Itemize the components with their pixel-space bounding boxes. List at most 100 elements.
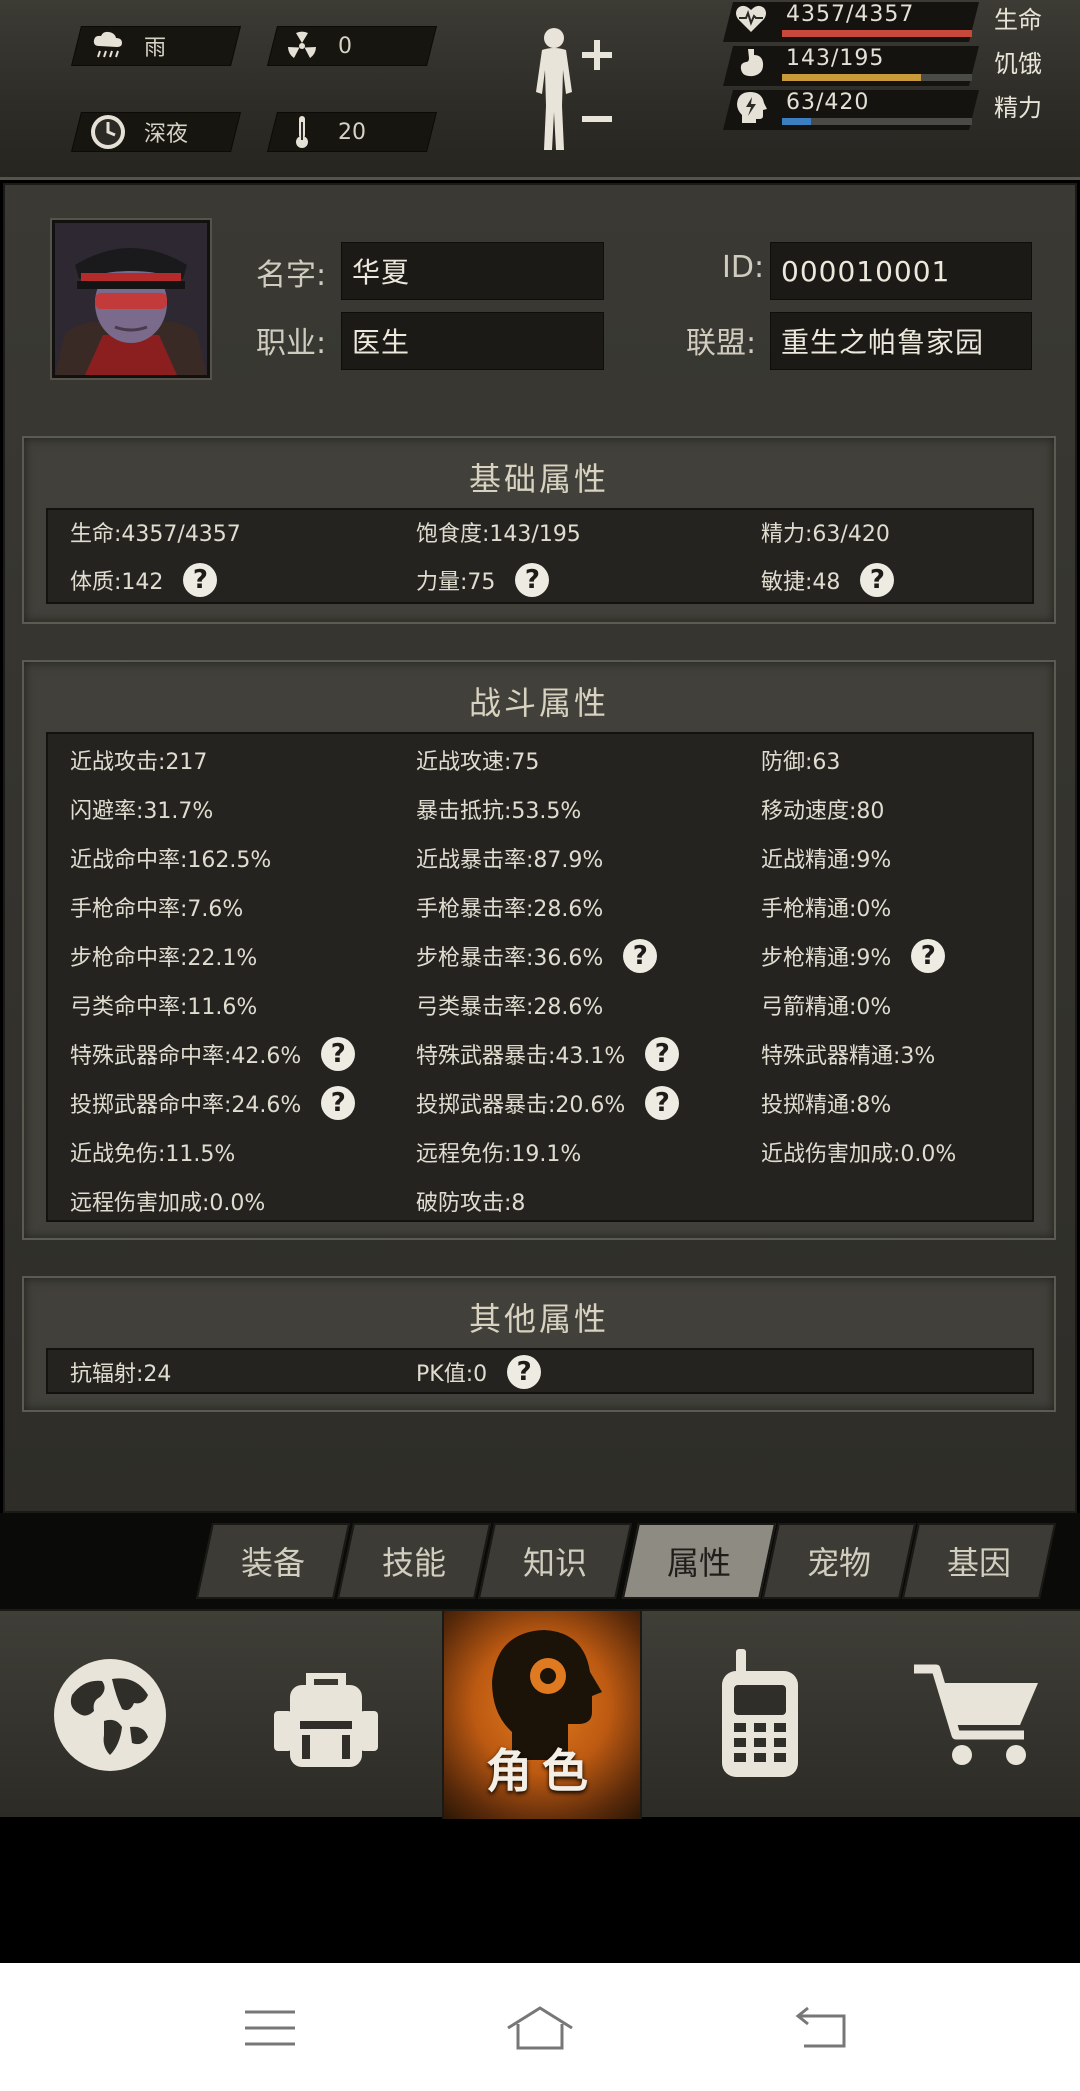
life-bar (782, 30, 972, 37)
help-icon[interactable]: ? (623, 939, 658, 973)
combat-attribute-cell: 移动速度:80 (761, 791, 884, 827)
combat-attribute-cell: 近战暴击率:87.9% (416, 840, 603, 876)
combat-attribute-text: 近战免伤:11.5% (70, 1142, 236, 1167)
combat-attribute-cell: 特殊武器暴击:43.1%? (416, 1036, 680, 1072)
combat-attribute-cell: 投掷武器暴击:20.6%? (416, 1085, 680, 1121)
shopping-cart-icon (914, 1664, 1038, 1765)
time-value: 深夜 (144, 122, 189, 147)
stomach-icon (734, 46, 774, 86)
basic-attributes-body: 生命:4357/4357 饱食度:143/195 精力:63/420 体质:142? 力… (46, 508, 1034, 604)
combat-attribute-text: 投掷武器命中率:24.6% (70, 1093, 302, 1118)
tab-label: 基因 (946, 1544, 1011, 1582)
basic-attribute-cell: 饱食度:143/195 (416, 514, 581, 550)
help-icon[interactable]: ? (860, 563, 895, 597)
other-attribute-cell: 抗辐射:24 (70, 1354, 171, 1390)
help-icon[interactable]: ? (645, 1037, 680, 1071)
combat-attribute-cell: 弓箭精通:0% (761, 987, 891, 1023)
life-stat: 4357/4357 生命 (720, 0, 1080, 42)
combat-attributes-body: 近战攻击:217 近战攻速:75 防御:63 闪避率:31.7% 暴击抵抗:53.5% 移… (46, 732, 1034, 1222)
other-attribute-text: 抗辐射:24 (70, 1362, 172, 1387)
combat-attribute-text: 近战攻速:75 (416, 750, 540, 775)
time-chip: 深夜 (88, 112, 188, 152)
help-icon[interactable]: ? (321, 1037, 356, 1071)
combat-attribute-cell: 手枪暴击率:28.6% (416, 889, 603, 925)
bottom-nav: 角色 (0, 1609, 1080, 1819)
combat-attribute-text: 步枪精通:9% (761, 946, 892, 971)
combat-attribute-text: 防御:63 (761, 750, 841, 775)
radiation-chip: 0 (282, 26, 352, 66)
combat-attribute-text: 弓类命中率:11.6% (70, 995, 258, 1020)
combat-attribute-text: 弓箭精通:0% (761, 995, 892, 1020)
tab-4[interactable]: 宠物 (761, 1523, 917, 1599)
nav-shop[interactable] (878, 1611, 1078, 1819)
status-bar: 雨 0 深夜 20 4357/4357 生命 143/195 饥饿 63/420… (0, 0, 1080, 180)
tab-label: 装备 (240, 1544, 305, 1582)
alliance-field: 重生之帕鲁家园 (770, 312, 1032, 370)
walkie-talkie-icon (722, 1649, 798, 1777)
hunger-stat: 143/195 饥饿 (720, 42, 1080, 86)
back-button[interactable] (782, 1993, 862, 2063)
combat-attribute-cell: 远程免伤:19.1% (416, 1134, 581, 1170)
combat-attribute-cell: 近战攻击:217 (70, 742, 207, 778)
help-icon[interactable]: ? (183, 563, 218, 597)
combat-attributes-section: 战斗属性 近战攻击:217 近战攻速:75 防御:63 闪避率:31.7% 暴击抵抗:5… (22, 660, 1056, 1240)
job-field: 医生 (341, 312, 604, 370)
head-bolt-icon (734, 90, 774, 130)
nav-radio[interactable] (660, 1611, 860, 1819)
name-field: 华夏 (341, 242, 604, 300)
basic-attribute-text: 生命:4357/4357 (70, 522, 241, 547)
thermometer-icon (282, 112, 322, 152)
help-icon[interactable]: ? (507, 1355, 542, 1389)
help-icon[interactable]: ? (515, 563, 550, 597)
tab-5[interactable]: 基因 (901, 1523, 1057, 1599)
nav-backpack[interactable] (226, 1611, 426, 1819)
basic-attribute-cell: 体质:142? (70, 562, 218, 598)
other-attribute-text: PK值:0 (416, 1362, 488, 1387)
combat-attribute-text: 步枪命中率:22.1% (70, 946, 258, 971)
combat-attribute-cell: 步枪命中率:22.1% (70, 938, 257, 974)
clock-icon (88, 112, 128, 152)
tab-2[interactable]: 知识 (477, 1523, 633, 1599)
body-status-button[interactable] (520, 22, 630, 157)
radiation-value: 0 (338, 33, 352, 59)
nav-character[interactable]: 角色 (442, 1611, 642, 1819)
basic-attribute-text: 敏捷:48 (761, 570, 841, 595)
combat-attribute-cell: 破防攻击:8 (416, 1183, 525, 1219)
help-icon[interactable]: ? (911, 939, 946, 973)
tab-label: 知识 (522, 1544, 587, 1582)
combat-attribute-text: 特殊武器暴击:43.1% (416, 1044, 626, 1069)
basic-attribute-cell: 力量:75? (416, 562, 550, 598)
tab-3[interactable]: 属性 (621, 1523, 777, 1599)
tab-label: 宠物 (806, 1544, 871, 1582)
menu-button[interactable] (230, 1993, 310, 2063)
heart-pulse-icon (734, 2, 774, 42)
hunger-bar (782, 74, 972, 81)
combat-attribute-cell: 近战免伤:11.5% (70, 1134, 235, 1170)
basic-attribute-cell: 生命:4357/4357 (70, 514, 241, 550)
combat-attribute-text: 特殊武器精通:3% (761, 1044, 936, 1069)
combat-attribute-text: 特殊武器命中率:42.6% (70, 1044, 302, 1069)
combat-attribute-cell: 投掷精通:8% (761, 1085, 891, 1121)
home-button[interactable] (500, 1993, 580, 2063)
combat-attribute-cell: 防御:63 (761, 742, 840, 778)
combat-attribute-text: 近战攻击:217 (70, 750, 208, 775)
combat-attribute-text: 步枪暴击率:36.6% (416, 946, 604, 971)
combat-attribute-text: 手枪暴击率:28.6% (416, 897, 604, 922)
character-avatar[interactable] (52, 220, 210, 378)
nav-world-map[interactable] (10, 1611, 210, 1819)
id-field: 000010001 (770, 242, 1032, 300)
tab-1[interactable]: 技能 (336, 1523, 492, 1599)
nav-character-label: 角色 (486, 1744, 598, 1798)
home-icon (507, 2006, 573, 2050)
help-icon[interactable]: ? (645, 1086, 680, 1120)
combat-attribute-text: 远程免伤:19.1% (416, 1142, 582, 1167)
combat-attribute-text: 闪避率:31.7% (70, 799, 214, 824)
job-label: 职业: (256, 326, 327, 361)
combat-attribute-text: 弓类暴击率:28.6% (416, 995, 604, 1020)
combat-attribute-cell: 特殊武器精通:3% (761, 1036, 935, 1072)
radiation-icon (282, 26, 322, 66)
combat-attribute-cell: 近战命中率:162.5% (70, 840, 271, 876)
help-icon[interactable]: ? (321, 1086, 356, 1120)
hamburger-menu-icon (245, 2010, 295, 2046)
tab-0[interactable]: 装备 (195, 1523, 351, 1599)
